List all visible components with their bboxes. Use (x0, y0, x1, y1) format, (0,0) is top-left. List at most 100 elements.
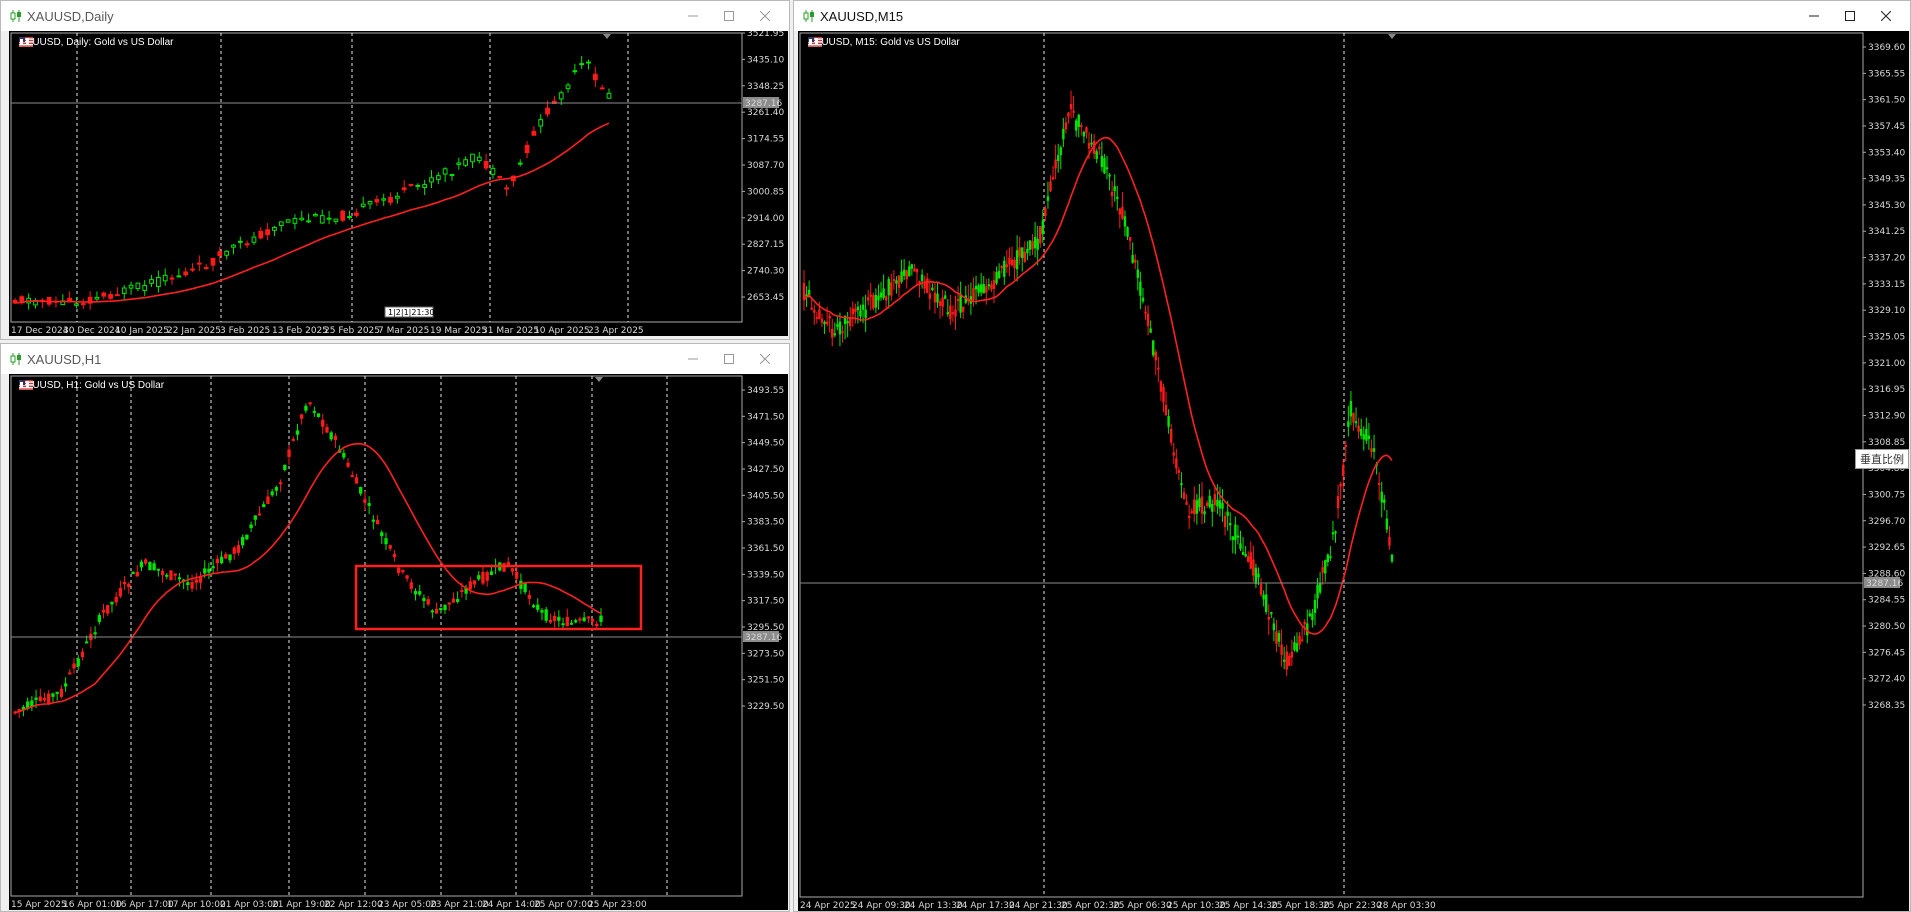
candle (599, 84, 605, 90)
candle (135, 565, 139, 578)
candle (67, 291, 72, 303)
candle (846, 311, 849, 338)
candle (304, 403, 308, 414)
price-tick-label: 3268.35 (1868, 701, 1905, 711)
candle (156, 568, 160, 577)
minimize-button[interactable] (675, 344, 711, 374)
maximize-icon (1845, 11, 1855, 21)
candle (313, 212, 318, 217)
chart-h1[interactable]: 3493.55 3471.50 3449.50 3427.50 3405.50 3383.… (9, 374, 788, 910)
time-tick-label: 25 Apr 06:30 (1113, 901, 1172, 911)
candle (451, 592, 456, 603)
chart-shift-marker[interactable] (1388, 34, 1396, 39)
candle (1357, 417, 1360, 440)
candle (1229, 512, 1232, 541)
candle (1306, 609, 1309, 644)
candle (517, 159, 523, 167)
price-tick-label: 3251.50 (747, 676, 784, 686)
time-tick-label: 22 Jan 2025 (167, 326, 221, 336)
candle (237, 236, 243, 249)
maximize-button[interactable] (711, 1, 747, 31)
price-tick-label: 3357.45 (1868, 122, 1905, 132)
close-button[interactable] (1868, 1, 1904, 31)
minimize-button[interactable] (675, 1, 711, 31)
candle (1110, 181, 1114, 208)
maximize-button[interactable] (711, 344, 747, 374)
candle (510, 567, 515, 576)
chart-canvas-h1[interactable]: 3493.55 3471.50 3449.50 3427.50 3405.50 3383.… (9, 374, 788, 910)
close-button[interactable] (747, 1, 783, 31)
time-tick-label: 31 Mar 2025 (482, 326, 539, 336)
candle (257, 505, 262, 516)
scroll-marker[interactable]: 1|2|1|21:30 (384, 306, 434, 318)
candle (274, 485, 279, 496)
candle (207, 562, 211, 580)
candle (224, 250, 230, 260)
candle (1180, 472, 1183, 499)
titlebar-daily[interactable]: XAUUSD,Daily (1, 1, 789, 31)
candle (1046, 181, 1050, 209)
candle (959, 281, 962, 319)
candle (552, 611, 557, 628)
window-daily[interactable]: XAUUSD,Daily 3521.95 3435.10 3348.25 3261.4… (0, 0, 790, 340)
candle (531, 603, 536, 609)
price-tick-label: 3341.25 (1868, 227, 1905, 237)
candle (1324, 559, 1327, 582)
candle (121, 285, 127, 301)
time-tick-label: 23 Apr 21:00 (430, 900, 489, 910)
candle (1005, 249, 1009, 273)
chart-canvas-daily[interactable]: 3521.95 3435.10 3348.25 3261.40 3174.55 3087.… (9, 31, 788, 336)
candle (265, 223, 270, 241)
minimize-button[interactable] (1796, 1, 1832, 31)
candle (527, 590, 531, 606)
price-tick-label: 3325.05 (1868, 333, 1905, 343)
time-tick-label: 21 Apr 19:00 (272, 900, 331, 910)
candle (47, 690, 51, 706)
candle (926, 272, 929, 294)
candle (1082, 130, 1086, 144)
price-tick-label: 3471.50 (747, 412, 784, 422)
candle (380, 530, 384, 545)
candle (1010, 246, 1014, 267)
chart-shift-marker[interactable] (595, 377, 603, 382)
candle (476, 152, 482, 164)
candle (1015, 235, 1019, 282)
price-tick-label: 3365.55 (1868, 69, 1905, 79)
chart-m15[interactable]: 3369.60 3365.55 3361.50 3357.45 3353.40 3349.… (798, 31, 1909, 911)
price-tick-label: 3361.50 (1868, 96, 1905, 106)
candle (422, 594, 426, 609)
window-h1[interactable]: XAUUSD,H1 3493.55 3471.50 3449.50 3427.50 34… (0, 343, 790, 912)
candle (278, 479, 283, 492)
time-tick-label: 23 Apr 2025 (588, 326, 644, 336)
titlebar-h1[interactable]: XAUUSD,H1 (1, 344, 789, 374)
price-tick-label: 3405.50 (747, 491, 784, 501)
window-m15[interactable]: XAUUSD,M15 3369.60 3365.55 3361.50 3357.45 3… (793, 0, 1911, 912)
candle (1036, 225, 1039, 266)
price-tick-label: 3000.85 (747, 187, 784, 197)
time-tick-label: 10 Jan 2025 (115, 326, 169, 336)
time-tick-label: 25 Apr 23:00 (588, 900, 647, 910)
candle (381, 193, 387, 206)
price-tick-label: 3174.55 (747, 135, 784, 145)
candle (902, 259, 906, 281)
maximize-button[interactable] (1832, 1, 1868, 31)
candle (1329, 546, 1332, 561)
candle (481, 566, 485, 586)
candle (1026, 241, 1029, 261)
candle (413, 588, 418, 601)
chart-type-icon (20, 38, 29, 45)
window-title: XAUUSD,H1 (27, 351, 102, 367)
close-button[interactable] (747, 344, 783, 374)
candle (190, 574, 194, 592)
candle (931, 283, 934, 292)
chart-daily[interactable]: 3521.95 3435.10 3348.25 3261.40 3174.55 3087.… (9, 31, 788, 336)
candle (1118, 207, 1122, 229)
chart-shift-marker[interactable] (603, 34, 611, 39)
candle (249, 521, 253, 533)
titlebar-m15[interactable]: XAUUSD,M15 (794, 1, 1910, 31)
candle (1254, 563, 1258, 589)
chart-canvas-m15[interactable]: 3369.60 3365.55 3361.50 3357.45 3353.40 3349.… (798, 31, 1909, 911)
candle (1039, 226, 1042, 248)
candle (825, 306, 829, 327)
candle (995, 266, 998, 286)
